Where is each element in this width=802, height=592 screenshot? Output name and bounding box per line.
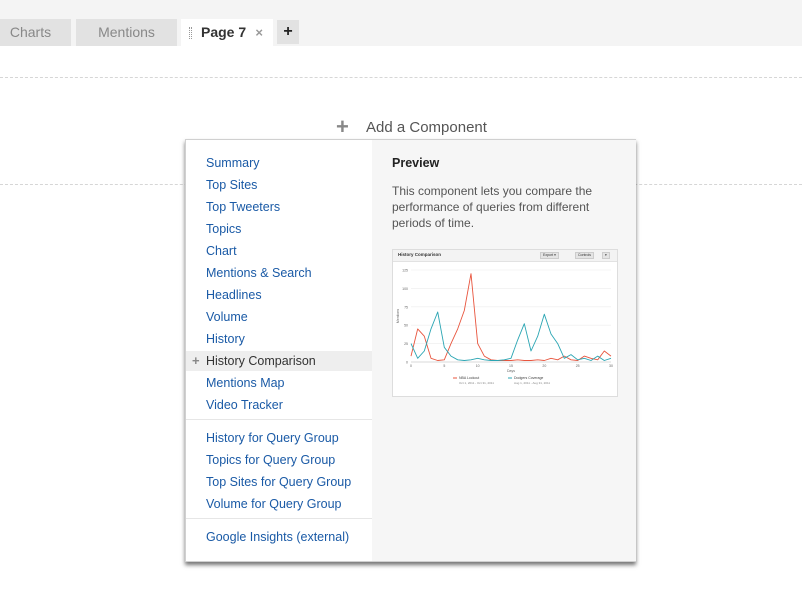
menu-item-history-comparison[interactable]: + History Comparison xyxy=(186,351,372,371)
chart-x-tick-label: 25 xyxy=(576,364,580,368)
chart-y-tick-label: 75 xyxy=(404,305,408,309)
chart-series-line-1 xyxy=(410,311,612,361)
menu-item-google-insights-external[interactable]: Google Insights (external) xyxy=(186,527,372,547)
menu-item-label: Mentions Map xyxy=(206,376,285,390)
preview-description: This component lets you compare the perf… xyxy=(392,184,593,230)
menu-item-label: Volume for Query Group xyxy=(206,497,342,511)
chart-y-tick-label: 100 xyxy=(402,287,408,291)
chart-x-tick-label: 20 xyxy=(542,364,546,368)
menu-item-volume[interactable]: Volume xyxy=(186,307,372,327)
thumbnail-export-button: Export ▾ xyxy=(540,252,559,259)
drag-handle-icon[interactable] xyxy=(189,27,192,39)
preview-title: Preview xyxy=(392,156,440,170)
tab-mentions[interactable]: Mentions xyxy=(76,19,177,46)
plus-icon: + xyxy=(336,114,349,139)
menu-item-summary[interactable]: Summary xyxy=(186,153,372,173)
chart-legend-range: Oct 1, 2011 - Oct 31, 2011 xyxy=(459,381,494,385)
preview-pane: Preview This component lets you compare … xyxy=(372,140,636,561)
menu-item-label: Chart xyxy=(206,244,237,258)
component-picker: Summary Top Sites Top Tweeters Topics Chart M… xyxy=(185,139,636,562)
add-component-label: Add a Component xyxy=(366,119,487,136)
thumbnail-dropdown-button: ▾ xyxy=(602,252,610,259)
component-menu: Summary Top Sites Top Tweeters Topics Chart M… xyxy=(186,140,372,561)
menu-item-top-sites-for-query-group[interactable]: Top Sites for Query Group xyxy=(186,472,372,492)
menu-item-top-sites[interactable]: Top Sites xyxy=(186,175,372,195)
menu-item-topics-for-query-group[interactable]: Topics for Query Group xyxy=(186,450,372,470)
history-comparison-chart: 0 25 50 75 100 125 0 5 10 15 20 25 30 Days Mentions NBA… xyxy=(396,269,613,386)
drop-zone-divider xyxy=(0,77,802,78)
tab-page-7-label: Page 7 xyxy=(201,24,247,40)
menu-item-top-tweeters[interactable]: Top Tweeters xyxy=(186,197,372,217)
menu-item-label: Video Tracker xyxy=(206,398,283,412)
chart-legend-label: NBA Lockout xyxy=(459,376,479,380)
thumbnail-controls-button: Controls xyxy=(575,252,595,259)
menu-item-label: Headlines xyxy=(206,288,262,302)
tab-page-7[interactable]: Page 7 × xyxy=(181,19,273,46)
thumbnail-title: History Comparison xyxy=(398,252,442,257)
menu-item-video-tracker[interactable]: Video Tracker xyxy=(186,395,372,415)
menu-item-label: Volume xyxy=(206,310,248,324)
menu-divider xyxy=(186,518,372,519)
chart-y-tick-label: 0 xyxy=(406,361,408,365)
menu-item-label: Summary xyxy=(206,156,260,170)
menu-item-headlines[interactable]: Headlines xyxy=(186,285,372,305)
preview-thumbnail: History Comparison Export ▾ Controls ▾ 0… xyxy=(392,249,618,397)
tab-bar: Charts Mentions Page 7 × + xyxy=(0,0,802,46)
tab-charts[interactable]: Charts xyxy=(0,19,71,46)
menu-item-history-for-query-group[interactable]: History for Query Group xyxy=(186,428,372,448)
menu-item-label: History for Query Group xyxy=(206,431,339,445)
chart-y-axis-label: Mentions xyxy=(396,309,400,323)
menu-item-label: Top Sites xyxy=(206,178,258,192)
menu-item-label: History xyxy=(206,332,245,346)
menu-item-label: Mentions & Search xyxy=(206,266,312,280)
menu-item-mentions-map[interactable]: Mentions Map xyxy=(186,373,372,393)
chart-x-tick-label: 15 xyxy=(509,364,513,368)
chart-y-tick-label: 125 xyxy=(402,269,408,273)
menu-item-volume-for-query-group[interactable]: Volume for Query Group xyxy=(186,494,372,514)
menu-item-topics[interactable]: Topics xyxy=(186,219,372,239)
menu-item-chart[interactable]: Chart xyxy=(186,241,372,261)
chart-series-line-0 xyxy=(410,273,612,361)
menu-item-label: Top Sites for Query Group xyxy=(206,475,352,489)
chart-x-tick-label: 30 xyxy=(609,364,613,368)
close-icon[interactable]: × xyxy=(255,19,263,46)
plus-icon: + xyxy=(192,353,200,368)
menu-item-label: Topics for Query Group xyxy=(206,453,336,467)
menu-item-label: Google Insights (external) xyxy=(206,530,350,544)
menu-item-mentions-search[interactable]: Mentions & Search xyxy=(186,263,372,283)
chart-x-tick-label: 10 xyxy=(476,364,480,368)
chart-legend-range: Aug 1, 2011 - Aug 31, 2011 xyxy=(514,381,550,385)
thumbnail-header: History Comparison Export ▾ Controls ▾ xyxy=(393,250,617,262)
chart-x-tick-label: 5 xyxy=(443,364,445,368)
menu-item-label: Top Tweeters xyxy=(206,200,281,214)
chart-legend-label: Dodgers Coverage xyxy=(514,376,543,380)
chart-x-axis-label: Days xyxy=(507,369,515,373)
menu-divider xyxy=(186,419,372,420)
add-tab-button[interactable]: + xyxy=(277,20,299,44)
chart-x-tick-label: 0 xyxy=(410,364,412,368)
chart-y-tick-label: 50 xyxy=(404,324,408,328)
menu-item-label: History Comparison xyxy=(206,354,316,368)
menu-item-history[interactable]: History xyxy=(186,329,372,349)
chart-y-tick-label: 25 xyxy=(404,342,408,346)
menu-item-label: Topics xyxy=(206,222,242,236)
